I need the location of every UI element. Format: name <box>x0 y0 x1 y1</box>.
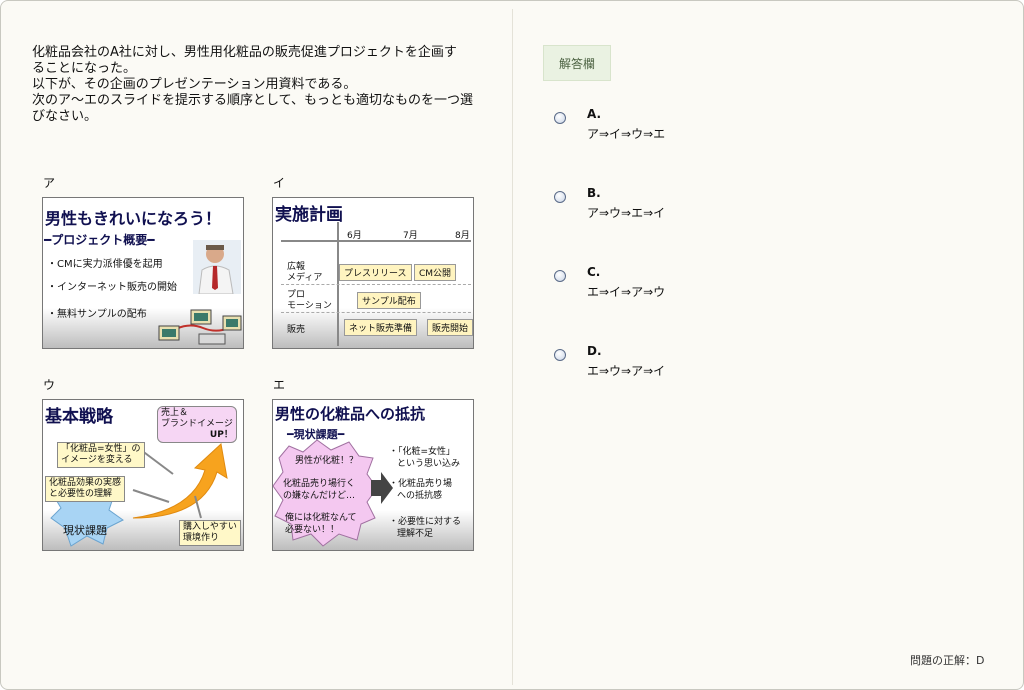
goal-text: 売上＆ <box>161 408 189 418</box>
strategy-text: 購入しやすい <box>183 522 237 532</box>
row-label: 販売 <box>287 325 306 335</box>
strategy-text: 化粧品効果の実感 <box>49 478 122 488</box>
complaint-text: 男性が化粧！？ <box>295 456 359 466</box>
sample-distribution-bar: サンプル配布 <box>357 292 421 309</box>
option-b[interactable]: B. ア⇒ウ⇒エ⇒イ <box>554 186 754 226</box>
option-sequence: エ⇒ウ⇒ア⇒イ <box>587 364 666 378</box>
slide-a-title: 男性もきれいになろう！ <box>45 209 222 228</box>
question-line: 化粧品会社のA社に対し、男性用化粧品の販売促進プロジェクトを企画す <box>32 45 457 60</box>
strategy-box: 購入しやすい 環境作り <box>179 520 241 546</box>
strategy-box: 「化粧品=女性」の イメージを変える <box>57 442 145 468</box>
slide-a-bullet: ・CMに実力派俳優を起用 <box>47 259 163 270</box>
option-letter: B. <box>587 186 601 200</box>
strategy-box: 化粧品効果の実感 と必要性の理解 <box>45 476 126 502</box>
cm-release-bar: CM公開 <box>414 264 457 281</box>
slide-i-label: イ <box>273 176 286 190</box>
radio-button[interactable] <box>554 270 566 282</box>
complaint-text: の嫌なんだけど… <box>283 491 356 501</box>
radio-button[interactable] <box>554 112 566 124</box>
table-rule <box>281 312 471 313</box>
goal-box: 売上＆ ブランドイメージ UP！ <box>157 406 237 443</box>
strategy-text: 「化粧品=女性」の <box>61 444 141 454</box>
slide-i-title: 実施計画 <box>275 205 343 225</box>
question-line: 次のア～エのスライドを提示する順序として、もっとも適切なものを一つ選 <box>32 93 473 108</box>
online-sales-prep-bar: ネット販売準備 <box>344 319 418 336</box>
slide-u: 基本戦略 売上＆ ブランドイメージ UP！ 「化粧品=女性」の イメージを変える… <box>42 399 244 551</box>
slide-e-label: エ <box>273 378 286 392</box>
goal-text: ブランドイメージ <box>161 419 233 429</box>
strategy-text: と必要性の理解 <box>49 489 113 499</box>
table-rule <box>281 240 471 242</box>
slide-a: 男性もきれいになろう！ ━プロジェクト概要━ ・CMに実力派俳優を起用 ・インタ… <box>42 197 244 349</box>
sales-start-bar: 販売開始 <box>427 319 473 336</box>
radio-button[interactable] <box>554 191 566 203</box>
answer-header: 解答欄 <box>543 45 611 81</box>
column-divider <box>512 9 513 685</box>
row-label: メディア <box>287 273 323 283</box>
issue-point: という思い込み <box>397 459 461 469</box>
table-rule <box>281 284 471 285</box>
option-sequence: ア⇒イ⇒ウ⇒エ <box>587 127 666 141</box>
issue-point: への抵抗感 <box>397 491 443 501</box>
row-label: モーション <box>287 301 332 311</box>
current-issues-label: 現状課題 <box>63 524 107 537</box>
option-sequence: ア⇒ウ⇒エ⇒イ <box>587 206 666 220</box>
option-sequence: エ⇒イ⇒ア⇒ウ <box>587 285 666 299</box>
slide-a-bullet: ・無料サンプルの配布 <box>47 309 147 320</box>
option-letter: D. <box>587 344 602 358</box>
issue-point: 理解不足 <box>397 529 434 539</box>
option-c[interactable]: C. エ⇒イ⇒ア⇒ウ <box>554 265 754 305</box>
slide-a-bullet: ・インターネット販売の開始 <box>47 282 177 293</box>
strategy-text: 環境作り <box>183 533 220 543</box>
slide-a-subtitle: ━プロジェクト概要━ <box>44 233 155 247</box>
question-line: 以下が、その企画のプレゼンテーション用資料である。 <box>32 77 357 92</box>
slide-i: 実施計画 6月 7月 8月 広報 メディア プロ モーション 販売 プレスリリー… <box>272 197 474 349</box>
option-letter: C. <box>587 265 601 279</box>
complaint-text: 必要ない！！ <box>285 525 340 535</box>
option-d[interactable]: D. エ⇒ウ⇒ア⇒イ <box>554 344 754 384</box>
question-panel: 化粧品会社のA社に対し、男性用化粧品の販売促進プロジェクトを企画す ることになっ… <box>0 0 1024 690</box>
goal-text: UP！ <box>209 430 233 440</box>
option-letter: A. <box>587 107 602 121</box>
slide-u-label: ウ <box>43 378 56 392</box>
correct-answer: 問題の正解：D <box>910 654 985 667</box>
slide-e: 男性の化粧品への抵抗 ━現状課題━ 男性が化粧！？ 化粧品売り場行く の嫌なんだ… <box>272 399 474 551</box>
question-line: びなさい。 <box>32 109 98 124</box>
option-a[interactable]: A. ア⇒イ⇒ウ⇒エ <box>554 107 754 147</box>
radio-button[interactable] <box>554 349 566 361</box>
question-text: 化粧品会社のA社に対し、男性用化粧品の販売促進プロジェクトを企画す ることになっ… <box>32 45 502 125</box>
press-release-bar: プレスリリース <box>339 264 412 281</box>
slide-a-label: ア <box>43 176 56 190</box>
businessman-photo <box>193 240 241 294</box>
strategy-text: イメージを変える <box>61 455 133 465</box>
computers-illustration <box>158 309 242 345</box>
question-line: ることになった。 <box>32 61 137 76</box>
